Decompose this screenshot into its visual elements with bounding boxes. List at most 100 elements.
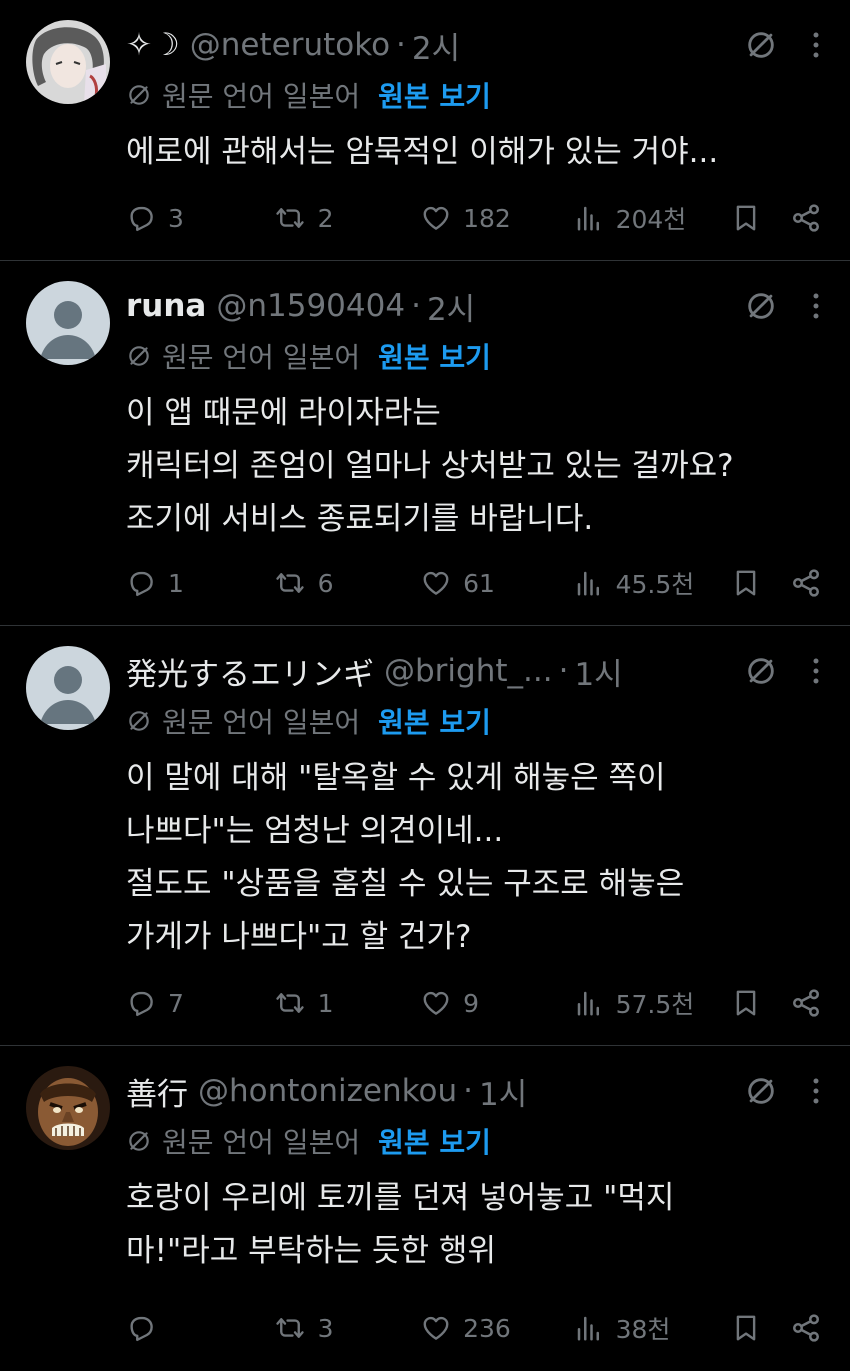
more-options-icon[interactable] xyxy=(812,656,820,686)
timestamp[interactable]: 2시 xyxy=(427,284,475,329)
more-options-icon[interactable] xyxy=(812,30,820,60)
retweet-icon xyxy=(274,988,306,1018)
username[interactable]: @n1590404 xyxy=(216,288,405,324)
bookmark-button[interactable] xyxy=(731,1313,790,1343)
translation-notice: 원문 언어 일본어 원본 보기 xyxy=(126,70,820,120)
avatar-image xyxy=(26,646,110,730)
heart-icon xyxy=(421,988,451,1018)
heart-icon xyxy=(421,568,451,598)
view-original-link[interactable]: 원본 보기 xyxy=(378,336,491,376)
reply-count: 7 xyxy=(168,988,184,1018)
username[interactable]: @bright_... xyxy=(384,653,553,689)
grok-icon[interactable] xyxy=(744,289,778,323)
like-count: 9 xyxy=(463,988,480,1018)
views-icon xyxy=(574,1313,604,1343)
share-icon xyxy=(790,202,822,234)
avatar[interactable] xyxy=(26,20,110,104)
translate-icon xyxy=(126,343,152,369)
like-button[interactable]: 236 xyxy=(421,1313,573,1343)
tweet-header: 善行 @hontonizenkou · 1시 xyxy=(126,1066,820,1116)
tweet-text: 이 앱 때문에 라이자라는 캐릭터의 존엄이 얼마나 상처받고 있는 걸까요? … xyxy=(126,395,734,537)
username[interactable]: @neterutoko xyxy=(190,27,390,63)
action-bar: 3 236 38천 xyxy=(126,1308,822,1348)
more-options-icon[interactable] xyxy=(812,1076,820,1106)
share-button[interactable] xyxy=(790,1312,822,1344)
display-name[interactable]: 発光するエリンギ xyxy=(126,649,374,694)
retweet-button[interactable]: 6 xyxy=(274,568,422,598)
like-button[interactable]: 9 xyxy=(421,988,573,1018)
views-icon xyxy=(574,203,604,233)
view-original-link[interactable]: 원본 보기 xyxy=(378,75,491,115)
retweet-icon xyxy=(274,203,306,233)
like-count: 61 xyxy=(463,568,495,598)
retweet-count: 6 xyxy=(317,568,334,598)
avatar[interactable] xyxy=(26,1066,110,1150)
more-options-icon[interactable] xyxy=(812,291,820,321)
tweet[interactable]: 善行 @hontonizenkou · 1시 원문 언어 일본어 원본 보기 호… xyxy=(0,1046,850,1371)
share-button[interactable] xyxy=(790,987,822,1019)
translation-label: 원문 언어 일본어 xyxy=(162,80,361,113)
view-count: 45.5천 xyxy=(615,570,695,599)
grok-icon[interactable] xyxy=(744,28,778,62)
share-icon xyxy=(790,987,822,1019)
like-button[interactable]: 61 xyxy=(421,568,573,598)
retweet-count: 2 xyxy=(317,203,334,233)
retweet-icon xyxy=(274,568,306,598)
retweet-count: 1 xyxy=(317,988,334,1018)
reply-button[interactable]: 1 xyxy=(126,568,274,598)
retweet-button[interactable]: 3 xyxy=(274,1313,422,1343)
timestamp[interactable]: 1시 xyxy=(574,649,622,694)
display-name[interactable]: 善行 xyxy=(126,1069,188,1114)
bookmark-icon xyxy=(731,203,761,233)
view-original-link[interactable]: 원본 보기 xyxy=(378,701,491,741)
retweet-button[interactable]: 1 xyxy=(274,988,422,1018)
grok-icon[interactable] xyxy=(744,1074,778,1108)
views-button[interactable]: 204천 xyxy=(574,200,731,236)
reply-button[interactable]: 7 xyxy=(126,988,274,1018)
avatar-image xyxy=(26,281,110,365)
views-button[interactable]: 38천 xyxy=(574,1310,731,1346)
reply-button[interactable]: 3 xyxy=(126,203,274,233)
views-button[interactable]: 57.5천 xyxy=(574,985,731,1021)
timestamp[interactable]: 2시 xyxy=(412,23,460,68)
separator-dot: · xyxy=(396,27,406,63)
avatar[interactable] xyxy=(26,281,110,365)
display-name[interactable]: runa xyxy=(126,288,206,324)
reply-button[interactable] xyxy=(126,1313,274,1343)
bookmark-button[interactable] xyxy=(731,568,790,598)
share-button[interactable] xyxy=(790,567,822,599)
avatar-image xyxy=(26,20,110,104)
avatar-image xyxy=(26,1066,110,1150)
reply-count: 3 xyxy=(168,203,184,233)
reply-icon xyxy=(126,1313,156,1343)
tweet-text: 이 말에 대해 "탈옥할 수 있게 해놓은 쪽이 나쁘다"는 엄청난 의견이네.… xyxy=(126,760,685,955)
bookmark-button[interactable] xyxy=(731,203,790,233)
grok-icon[interactable] xyxy=(744,654,778,688)
bookmark-icon xyxy=(731,1313,761,1343)
view-original-link[interactable]: 원본 보기 xyxy=(378,1121,491,1161)
separator-dot: · xyxy=(558,653,569,689)
like-button[interactable]: 182 xyxy=(421,203,573,233)
tweet[interactable]: 発光するエリンギ @bright_... · 1시 원문 언어 일본어 원본 보… xyxy=(0,626,850,1046)
like-count: 236 xyxy=(463,1313,511,1343)
translate-icon xyxy=(126,82,152,108)
share-button[interactable] xyxy=(790,202,822,234)
heart-icon xyxy=(421,1313,451,1343)
translate-icon xyxy=(126,1128,152,1154)
tweet[interactable]: ✧☽ @neterutoko · 2시 원문 언어 일본어 원본 보기 에로에 … xyxy=(0,0,850,261)
retweet-button[interactable]: 2 xyxy=(274,203,422,233)
like-count: 182 xyxy=(463,203,511,233)
tweet[interactable]: runa @n1590404 · 2시 원문 언어 일본어 원본 보기 이 앱 … xyxy=(0,261,850,626)
bookmark-button[interactable] xyxy=(731,988,790,1018)
translate-icon xyxy=(126,708,152,734)
timestamp[interactable]: 1시 xyxy=(479,1069,527,1114)
tweet-text: 호랑이 우리에 토끼를 던져 넣어놓고 "먹지 마!"라고 부탁하는 듯한 행위 xyxy=(126,1180,675,1269)
views-button[interactable]: 45.5천 xyxy=(574,565,731,601)
avatar[interactable] xyxy=(26,646,110,730)
share-icon xyxy=(790,1312,822,1344)
reply-icon xyxy=(126,988,156,1018)
translation-notice: 원문 언어 일본어 원본 보기 xyxy=(126,331,820,381)
heart-icon xyxy=(421,203,451,233)
display-name[interactable]: ✧☽ xyxy=(126,27,180,63)
username[interactable]: @hontonizenkou xyxy=(198,1073,457,1109)
